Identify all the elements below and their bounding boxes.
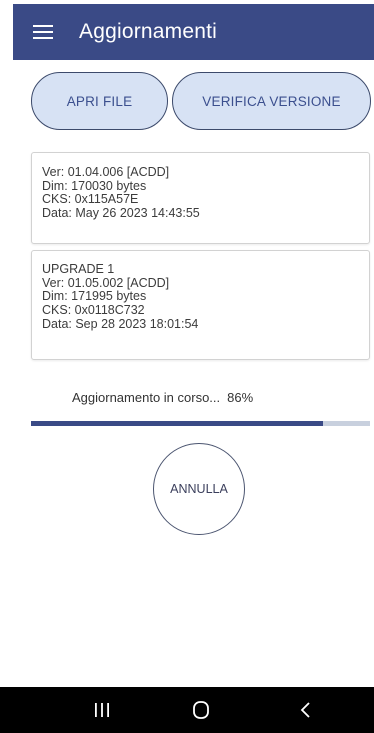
upgrade-ver: Ver: 01.05.002 [ACDD] xyxy=(42,275,170,290)
verify-version-button[interactable]: VERIFICA VERSIONE xyxy=(172,72,371,130)
open-file-button[interactable]: APRI FILE xyxy=(31,72,168,130)
upgrade-card: UPGRADE 1 Ver: 01.05.002 [ACDD] Dim: 171… xyxy=(31,250,370,360)
upgrade-date: Data: Sep 28 2023 18:01:54 xyxy=(42,316,199,331)
action-buttons: APRI FILE VERIFICA VERSIONE xyxy=(31,72,371,130)
progress-percent: 86% xyxy=(227,390,254,405)
system-nav-bar xyxy=(0,687,374,733)
home-icon[interactable] xyxy=(166,687,236,733)
upgrade-cks: CKS: 0x0118C732 xyxy=(42,303,145,318)
cancel-button[interactable]: ANNULLA xyxy=(153,443,245,535)
back-icon[interactable] xyxy=(271,687,341,733)
current-version-date: Data: May 26 2023 14:43:55 xyxy=(42,206,200,221)
page-title: Aggiornamenti xyxy=(79,20,218,43)
progress-status: Aggiornamento in corso... 86% xyxy=(72,390,253,405)
current-version-cks: CKS: 0x115A57E xyxy=(42,192,139,207)
recent-apps-icon[interactable] xyxy=(67,687,137,733)
progress-label: Aggiornamento in corso... xyxy=(72,390,221,405)
progress-bar xyxy=(31,421,370,426)
hamburger-menu-icon[interactable] xyxy=(13,4,73,60)
upgrade-name: UPGRADE 1 xyxy=(42,262,115,276)
app-bar: Aggiornamenti xyxy=(13,4,374,60)
current-version-dim: Dim: 170030 bytes xyxy=(42,178,147,193)
current-version-card: Ver: 01.04.006 [ACDD] Dim: 170030 bytes … xyxy=(31,152,370,244)
upgrade-dim: Dim: 171995 bytes xyxy=(42,289,147,304)
current-version-ver: Ver: 01.04.006 [ACDD] xyxy=(42,165,170,179)
progress-bar-fill xyxy=(31,421,323,426)
